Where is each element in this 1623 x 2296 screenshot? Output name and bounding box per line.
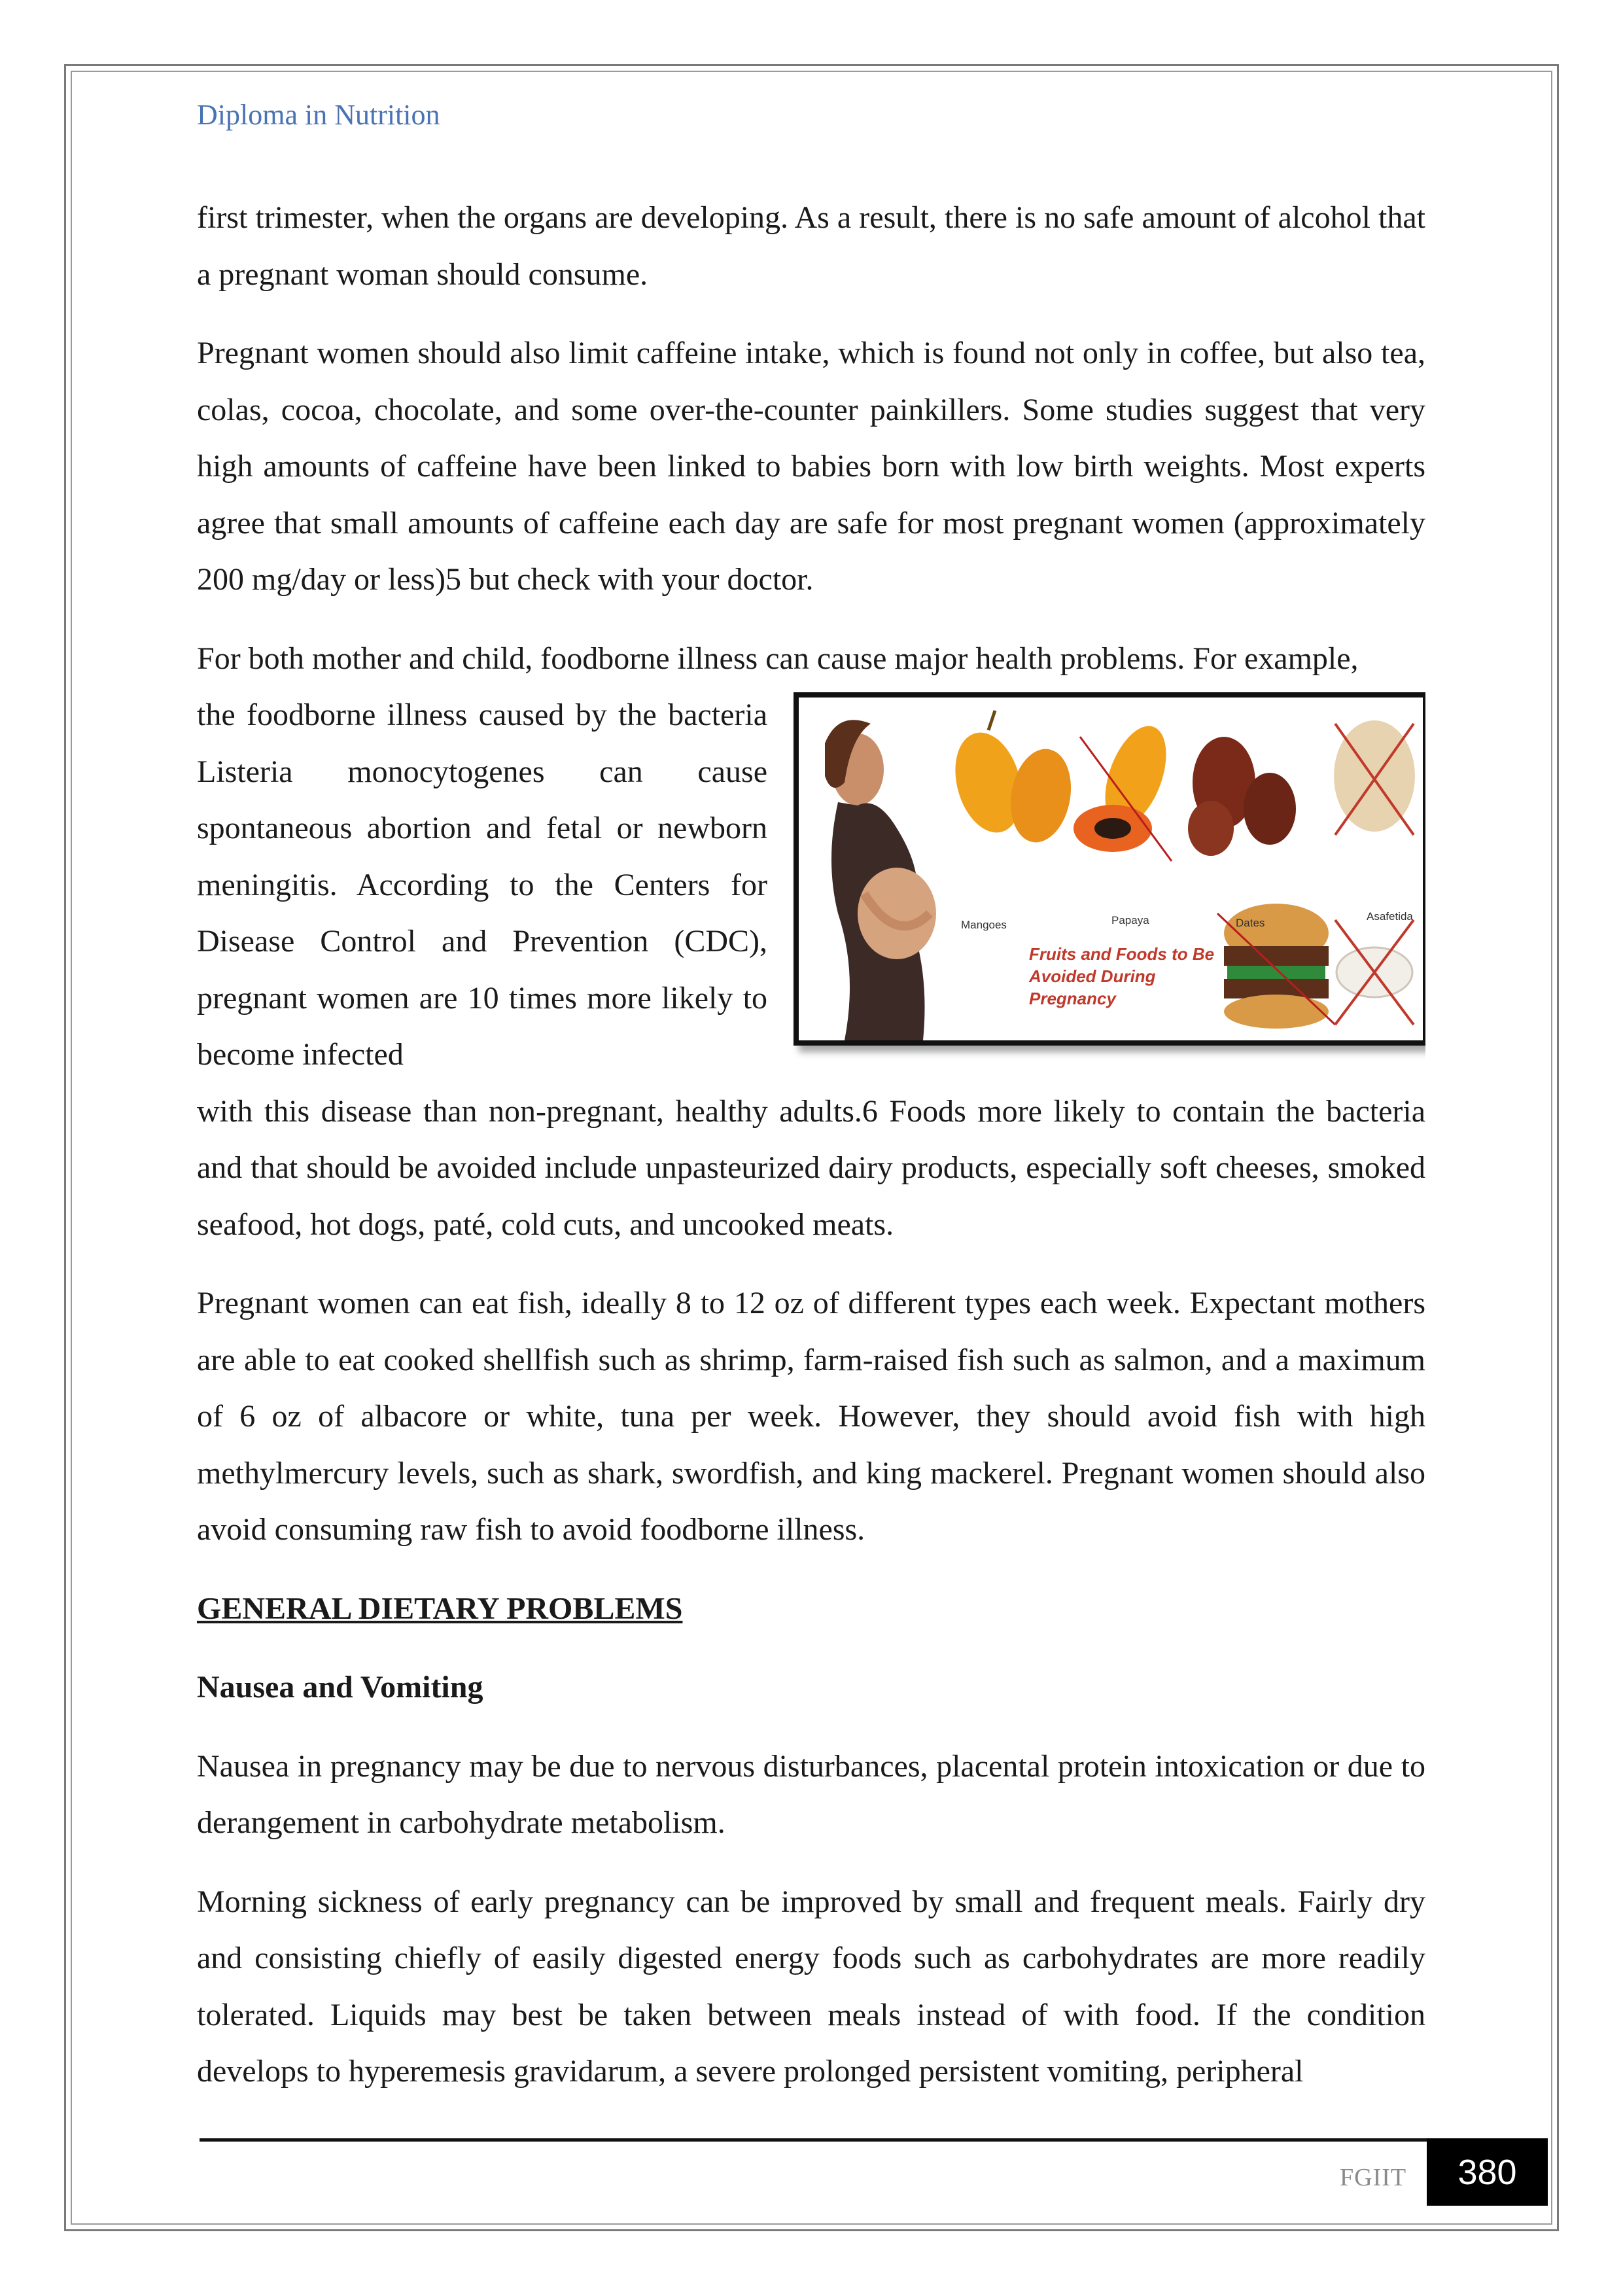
label-papaya: Papaya [1111,914,1149,927]
label-asafetida: Asafetida [1367,910,1413,923]
section-heading: GENERAL DIETARY PROBLEMS [197,1591,683,1626]
asafetida-icon [1334,720,1415,836]
foods-to-avoid-figure: Mangoes Papaya Dates Asafetida Fruits an… [794,692,1425,1059]
paragraph-foodborne-tail: with this disease than non-pregnant, hea… [197,1093,1425,1242]
footer-org: FGIIT [1340,2164,1407,2191]
paragraph-alcohol: first trimester, when the organs are dev… [197,200,1425,292]
running-header: Diploma in Nutrition [197,99,440,131]
paragraph-caffeine: Pregnant women should also limit caffein… [197,336,1425,597]
paragraph-nausea: Nausea in pregnancy may be due to nervou… [197,1748,1425,1841]
figure-caption: Fruits and Foods to Be Avoided During Pr… [1029,944,1215,1008]
foodborne-wrap-block: Mangoes Papaya Dates Asafetida Fruits an… [197,687,1425,1084]
paragraph-foodborne-lead: For both mother and child, foodborne ill… [197,641,1359,676]
label-mangoes: Mangoes [961,919,1007,931]
paragraph-fish: Pregnant women can eat fish, ideally 8 t… [197,1286,1425,1547]
burger-icon [1216,904,1336,1029]
document-body: first trimester, when the organs are dev… [197,190,1425,2123]
page-number: 380 [1427,2138,1548,2206]
label-dates: Dates [1236,917,1265,929]
footer-rule [200,2138,1427,2142]
figure-frame: Mangoes Papaya Dates Asafetida Fruits an… [794,692,1425,1046]
subsection-heading: Nausea and Vomiting [197,1670,483,1704]
paragraph-morning-sickness: Morning sickness of early pregnancy can … [197,1884,1425,2089]
